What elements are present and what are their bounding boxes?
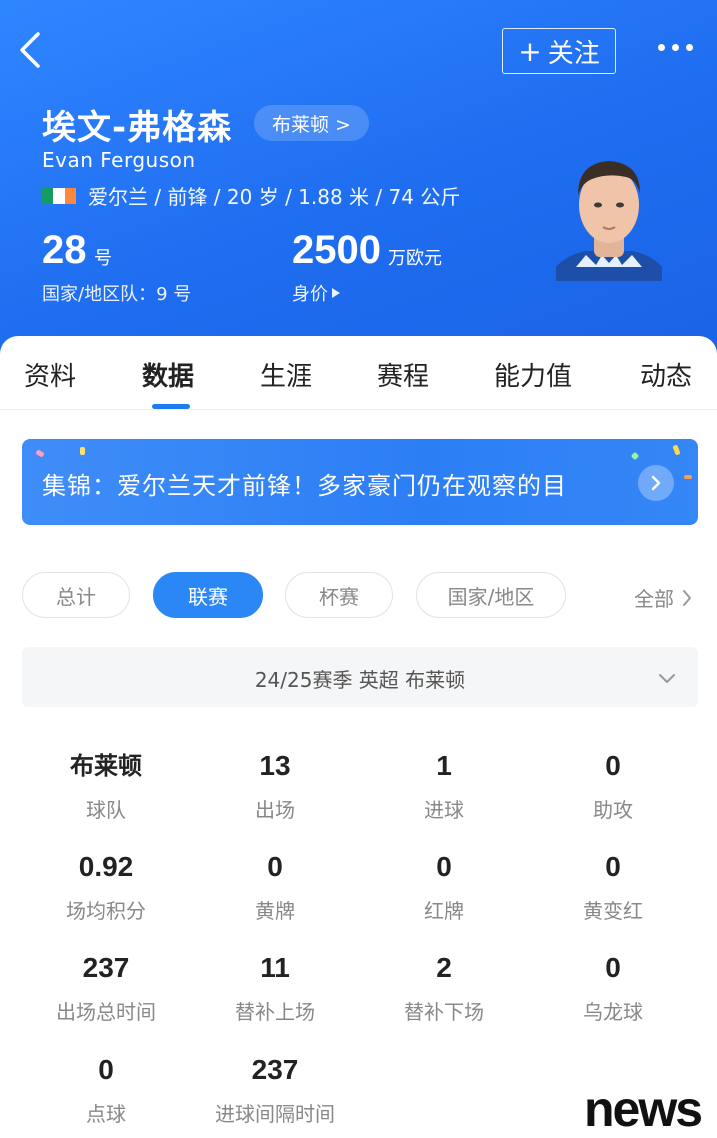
ireland-flag-icon xyxy=(42,188,76,204)
stat-assists: 0 助攻 xyxy=(528,748,698,823)
stat-own-goals: 0 乌龙球 xyxy=(528,950,698,1025)
stat-value: 0 xyxy=(605,851,621,882)
team-link[interactable]: 布莱顿 > xyxy=(254,105,369,141)
stat-label: 替补上场 xyxy=(235,1000,315,1024)
stat-value: 2 xyxy=(436,952,452,983)
stat-sub-off: 2 替补下场 xyxy=(359,950,529,1025)
more-icon[interactable] xyxy=(658,44,693,51)
banner-text: 集锦：爱尔兰天才前锋！多家豪门仍在观察的目 xyxy=(42,472,567,500)
stat-value: 0.92 xyxy=(78,851,134,882)
market-value: 2500 xyxy=(292,228,381,272)
tab-data[interactable]: 数据 xyxy=(142,356,194,393)
stat-label: 点球 xyxy=(86,1102,126,1126)
stat-appearances: 13 出场 xyxy=(190,748,360,823)
stat-value: 0 xyxy=(605,952,621,983)
stat-label: 乌龙球 xyxy=(583,1000,643,1024)
plus-icon: + xyxy=(518,34,542,68)
stat-value: 237 xyxy=(82,952,130,983)
filter-total[interactable]: 总计 xyxy=(22,572,130,618)
stat-value: 0 xyxy=(267,851,283,882)
stat-label: 黄牌 xyxy=(255,899,295,923)
filter-cup[interactable]: 杯赛 xyxy=(285,572,393,618)
season-selector[interactable]: 24/25赛季 英超 布莱顿 xyxy=(22,647,698,707)
season-label: 24/25赛季 英超 布莱顿 xyxy=(254,668,466,692)
national-team-number: 国家/地区队：9 号 xyxy=(42,284,192,305)
stat-value: 0 xyxy=(436,851,452,882)
stat-label: 球队 xyxy=(86,798,126,822)
player-avatar xyxy=(556,155,662,281)
market-value-label: 身价 xyxy=(292,284,328,305)
stat-label: 红牌 xyxy=(424,899,464,923)
filter-all-link[interactable]: 全部 xyxy=(634,583,692,612)
stat-second-yellow: 0 黄变红 xyxy=(528,849,698,924)
stat-minutes-played: 237 出场总时间 xyxy=(21,950,191,1025)
tab-career[interactable]: 生涯 xyxy=(260,356,312,393)
stat-label: 场均积分 xyxy=(66,899,146,923)
player-name-cn: 埃文-弗格森 xyxy=(42,108,233,148)
stat-value: 0 xyxy=(98,1054,114,1085)
stat-value: 0 xyxy=(605,750,621,781)
stat-value: 11 xyxy=(260,952,290,983)
play-arrow-icon xyxy=(332,288,340,298)
stat-label: 进球间隔时间 xyxy=(215,1102,335,1126)
stat-value: 1 xyxy=(436,750,452,781)
player-name-en: Evan Ferguson xyxy=(42,148,196,172)
stat-label: 出场 xyxy=(255,798,295,822)
stat-red-cards: 0 红牌 xyxy=(359,849,529,924)
filter-national[interactable]: 国家/地区 xyxy=(416,572,566,618)
stat-team: 布莱顿 球队 xyxy=(21,748,191,823)
stat-yellow-cards: 0 黄牌 xyxy=(190,849,360,924)
stat-points-per-game: 0.92 场均积分 xyxy=(21,849,191,924)
stat-value: 13 xyxy=(259,750,291,781)
tab-ability[interactable]: 能力值 xyxy=(494,356,572,393)
stat-sub-on: 11 替补上场 xyxy=(190,950,360,1025)
tab-active-indicator xyxy=(152,404,190,409)
player-header: + 关注 埃文-弗格森 布莱顿 > Evan Ferguson 爱尔兰 / 前锋… xyxy=(0,0,717,360)
back-icon[interactable] xyxy=(16,30,46,70)
chevron-right-icon[interactable] xyxy=(638,465,674,501)
stat-value: 237 xyxy=(251,1054,299,1085)
stat-label: 出场总时间 xyxy=(56,1000,156,1024)
chevron-down-icon[interactable] xyxy=(658,670,676,689)
stat-label: 替补下场 xyxy=(404,1000,484,1024)
tab-schedule[interactable]: 赛程 xyxy=(377,356,429,393)
news-watermark: news xyxy=(584,1081,703,1137)
filter-all-label: 全部 xyxy=(634,587,674,611)
filter-league[interactable]: 联赛 xyxy=(153,572,263,618)
follow-button[interactable]: + 关注 xyxy=(502,28,616,74)
highlight-banner[interactable]: 集锦：爱尔兰天才前锋！多家豪门仍在观察的目 xyxy=(22,439,698,525)
chevron-right-icon xyxy=(683,589,691,606)
player-meta: 爱尔兰 / 前锋 / 20 岁 / 1.88 米 / 74 公斤 xyxy=(88,185,461,209)
tab-bar: 资料 数据 生涯 赛程 能力值 动态 xyxy=(0,336,717,410)
stat-penalties: 0 点球 xyxy=(21,1052,191,1127)
market-value-link[interactable]: 身价 xyxy=(292,280,340,306)
stat-label: 黄变红 xyxy=(583,899,643,923)
stat-value: 布莱顿 xyxy=(70,752,142,780)
stat-goals: 1 进球 xyxy=(359,748,529,823)
shirt-number: 28 xyxy=(42,228,87,272)
shirt-number-unit: 号 xyxy=(94,248,112,269)
follow-label: 关注 xyxy=(547,38,600,69)
stat-minutes-per-goal: 237 进球间隔时间 xyxy=(190,1052,360,1127)
tab-news[interactable]: 动态 xyxy=(640,356,692,393)
stat-label: 进球 xyxy=(424,798,464,822)
market-value-unit: 万欧元 xyxy=(388,248,442,269)
stat-label: 助攻 xyxy=(593,798,633,822)
tab-profile[interactable]: 资料 xyxy=(24,356,76,393)
